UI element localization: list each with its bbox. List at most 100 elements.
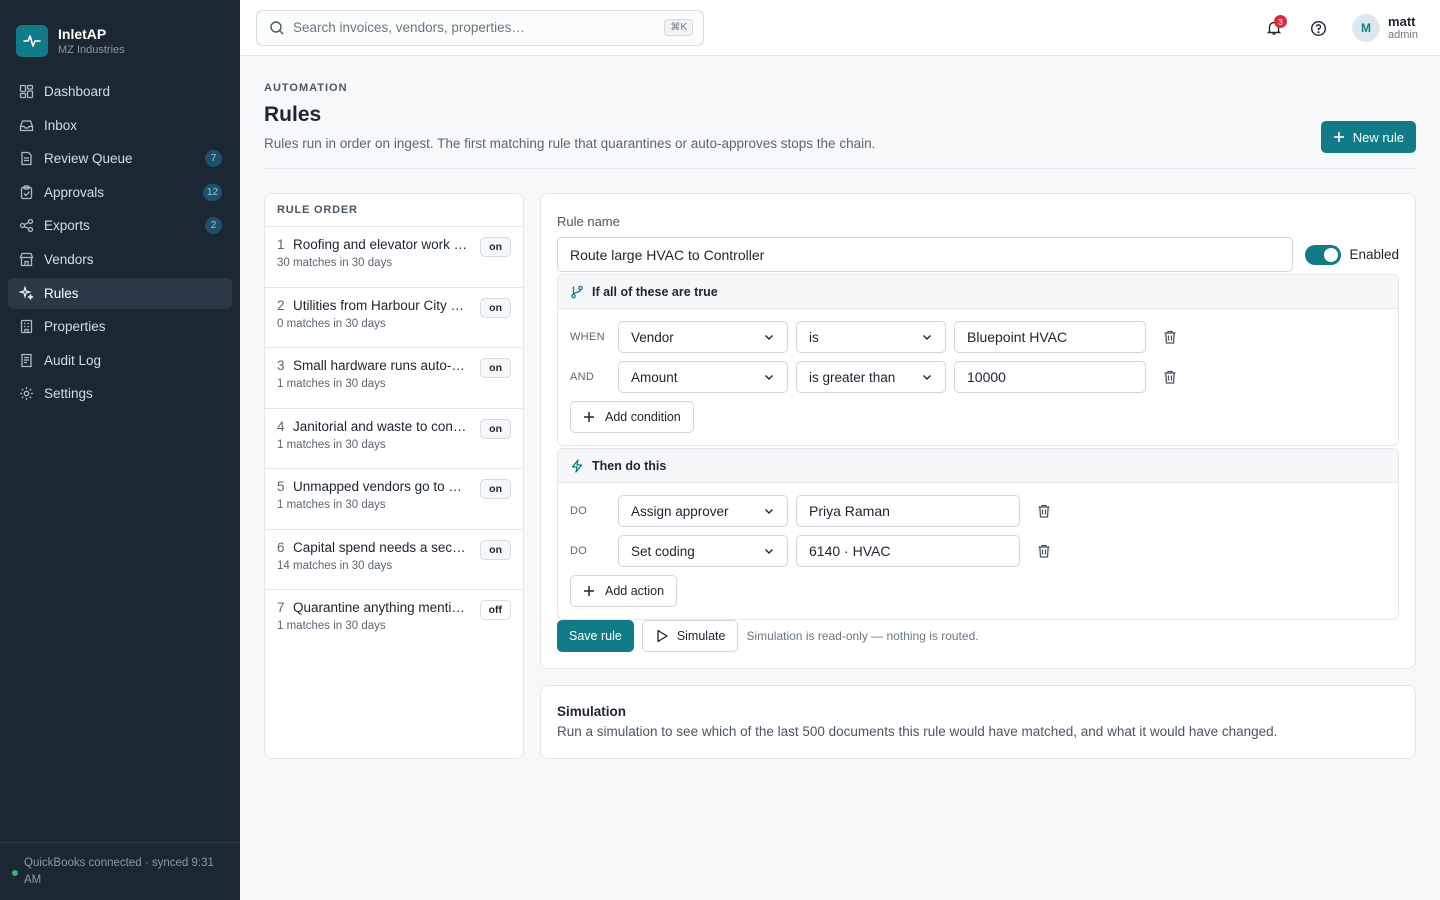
condition-operator-select[interactable]: is: [796, 321, 946, 353]
sidebar-item-exports[interactable]: Exports 2: [8, 210, 232, 241]
sidebar-item-inbox[interactable]: Inbox: [8, 110, 232, 141]
sidebar-item-label: Approvals: [44, 184, 105, 200]
rule-editor: Rule name Enabled If all of these are tr…: [540, 193, 1416, 669]
conditions-header: If all of these are true: [558, 275, 1398, 309]
search-icon: [269, 20, 285, 36]
enabled-label: Enabled: [1349, 247, 1399, 262]
rule-status-toggle[interactable]: on: [480, 479, 511, 499]
condition-value-input[interactable]: [954, 361, 1146, 393]
rule-status-toggle[interactable]: on: [480, 539, 511, 560]
approvals-icon: [18, 184, 34, 200]
rule-status-toggle[interactable]: on: [480, 358, 511, 378]
rule-status-toggle[interactable]: off: [479, 600, 511, 620]
rule-list-item[interactable]: 7 Quarantine anything mentioning wire off…: [265, 590, 523, 651]
simulate-button[interactable]: Simulate: [641, 620, 739, 652]
gear-icon: [18, 386, 34, 402]
rule-number: 1: [277, 237, 285, 252]
user-role: admin: [1388, 28, 1418, 41]
rule-match-count: 1 matches in 30 days: [277, 438, 386, 451]
new-rule-button[interactable]: New rule: [1320, 121, 1416, 153]
condition-field-value: Amount: [631, 369, 678, 385]
rule-number: 5: [277, 479, 285, 494]
rule-order-header: RULE ORDER: [265, 194, 523, 227]
vendors-icon: [18, 251, 34, 267]
condition-operator-select[interactable]: is greater than: [796, 361, 946, 393]
save-rule-button[interactable]: Save rule: [557, 620, 634, 652]
sync-status: QuickBooks connected · synced 9:31 AM: [0, 842, 240, 900]
rule-list-item[interactable]: 5 Unmapped vendors go to Priya on 1 match…: [265, 469, 523, 530]
rule-list-item[interactable]: 6 Capital spend needs a second approver o…: [265, 530, 523, 590]
review-queue-icon: [18, 151, 34, 167]
avatar: M: [1352, 14, 1381, 42]
git-branch-icon: [570, 285, 584, 299]
condition-field-select[interactable]: Amount: [618, 361, 788, 393]
sidebar-item-label: Properties: [44, 319, 106, 335]
trash-icon[interactable]: [1162, 369, 1178, 385]
sidebar-item-review-queue[interactable]: Review Queue 7: [8, 143, 232, 174]
condition-value-input[interactable]: [954, 321, 1146, 353]
rule-title: Capital spend needs a second approver: [293, 539, 469, 555]
plus-icon: [583, 411, 595, 423]
rule-name-input[interactable]: [557, 237, 1294, 272]
page-description: Rules run in order on ingest. The first …: [264, 136, 876, 151]
notifications-button[interactable]: 3: [1260, 14, 1288, 42]
condition-row: AND Amount is greater than: [570, 361, 1386, 393]
enabled-toggle[interactable]: [1305, 244, 1342, 265]
header-divider: [264, 168, 1416, 169]
action-value-input[interactable]: [796, 535, 1020, 567]
condition-field-select[interactable]: Vendor: [618, 321, 788, 353]
add-action-button[interactable]: Add action: [570, 575, 678, 607]
sidebar-item-settings[interactable]: Settings: [8, 378, 232, 409]
exports-icon: [18, 218, 34, 234]
sidebar-item-dashboard[interactable]: Dashboard: [8, 76, 232, 107]
sidebar-item-label: Dashboard: [44, 84, 111, 99]
help-button[interactable]: [1304, 14, 1332, 42]
sidebar-item-approvals[interactable]: Approvals 12: [8, 177, 232, 208]
properties-icon: [18, 319, 34, 335]
sidebar-item-rules[interactable]: Rules: [8, 277, 232, 309]
rule-list-item[interactable]: 2 Utilities from Harbour City Power on 0 …: [265, 288, 523, 348]
editor-footer: Save rule Simulate Simulation is read-on…: [557, 620, 1399, 652]
trash-icon[interactable]: [1036, 543, 1052, 559]
rule-match-count: 1 matches in 30 days: [277, 499, 386, 511]
rule-number: 6: [277, 539, 285, 555]
action-type-value: Set coding: [631, 543, 695, 559]
rule-status-toggle[interactable]: on: [480, 297, 511, 318]
chevron-down-icon: [765, 375, 773, 380]
sidebar-nav: Dashboard Inbox Review Queue 7 Approvals…: [0, 72, 240, 416]
condition-tag: WHEN: [570, 331, 605, 343]
rule-list-item[interactable]: 3 Small hardware runs auto-approve on 1 m…: [265, 348, 523, 409]
action-type-select[interactable]: Set coding: [618, 535, 788, 567]
rules-panels: RULE ORDER 1 Roofing and elevator work to…: [264, 193, 1416, 759]
new-rule-label: New rule: [1352, 129, 1404, 145]
rule-list-item[interactable]: 1 Roofing and elevator work to PM on 30 m…: [265, 227, 523, 288]
brand[interactable]: InletAP MZ Industries: [0, 0, 240, 66]
sidebar-item-vendors[interactable]: Vendors: [8, 244, 232, 275]
rule-title: Quarantine anything mentioning wire: [293, 600, 469, 615]
audit-log-icon: [18, 352, 34, 368]
action-type-select[interactable]: Assign approver: [618, 495, 788, 527]
lightning-icon: [570, 458, 584, 473]
trash-icon[interactable]: [1036, 503, 1052, 519]
sidebar-item-label: Review Queue: [44, 151, 133, 167]
sidebar-item-properties[interactable]: Properties: [8, 311, 232, 342]
chevron-down-icon: [923, 335, 931, 340]
action-value-input[interactable]: [796, 495, 1020, 527]
action-type-value: Assign approver: [631, 503, 729, 519]
rule-match-count: 1 matches in 30 days: [277, 620, 386, 632]
user-menu[interactable]: M matt admin: [1352, 14, 1418, 42]
rule-status-toggle[interactable]: on: [480, 237, 511, 257]
rule-editor-column: Rule name Enabled If all of these are tr…: [540, 193, 1416, 759]
sidebar-item-audit-log[interactable]: Audit Log: [8, 345, 232, 376]
rule-list-item[interactable]: 4 Janitorial and waste to controller on 1…: [265, 409, 523, 469]
search-input[interactable]: [293, 20, 665, 35]
add-condition-button[interactable]: Add condition: [570, 401, 694, 433]
sidebar-item-label: Exports: [44, 218, 90, 234]
conditions-title: If all of these are true: [592, 284, 718, 299]
simulation-description: Run a simulation to see which of the las…: [557, 724, 1278, 739]
search-bar[interactable]: ⌘K: [256, 9, 704, 46]
rule-match-count: 30 matches in 30 days: [277, 257, 393, 269]
rule-status-toggle[interactable]: on: [480, 418, 511, 439]
rule-name-label: Rule name: [557, 214, 620, 229]
trash-icon[interactable]: [1162, 329, 1178, 345]
